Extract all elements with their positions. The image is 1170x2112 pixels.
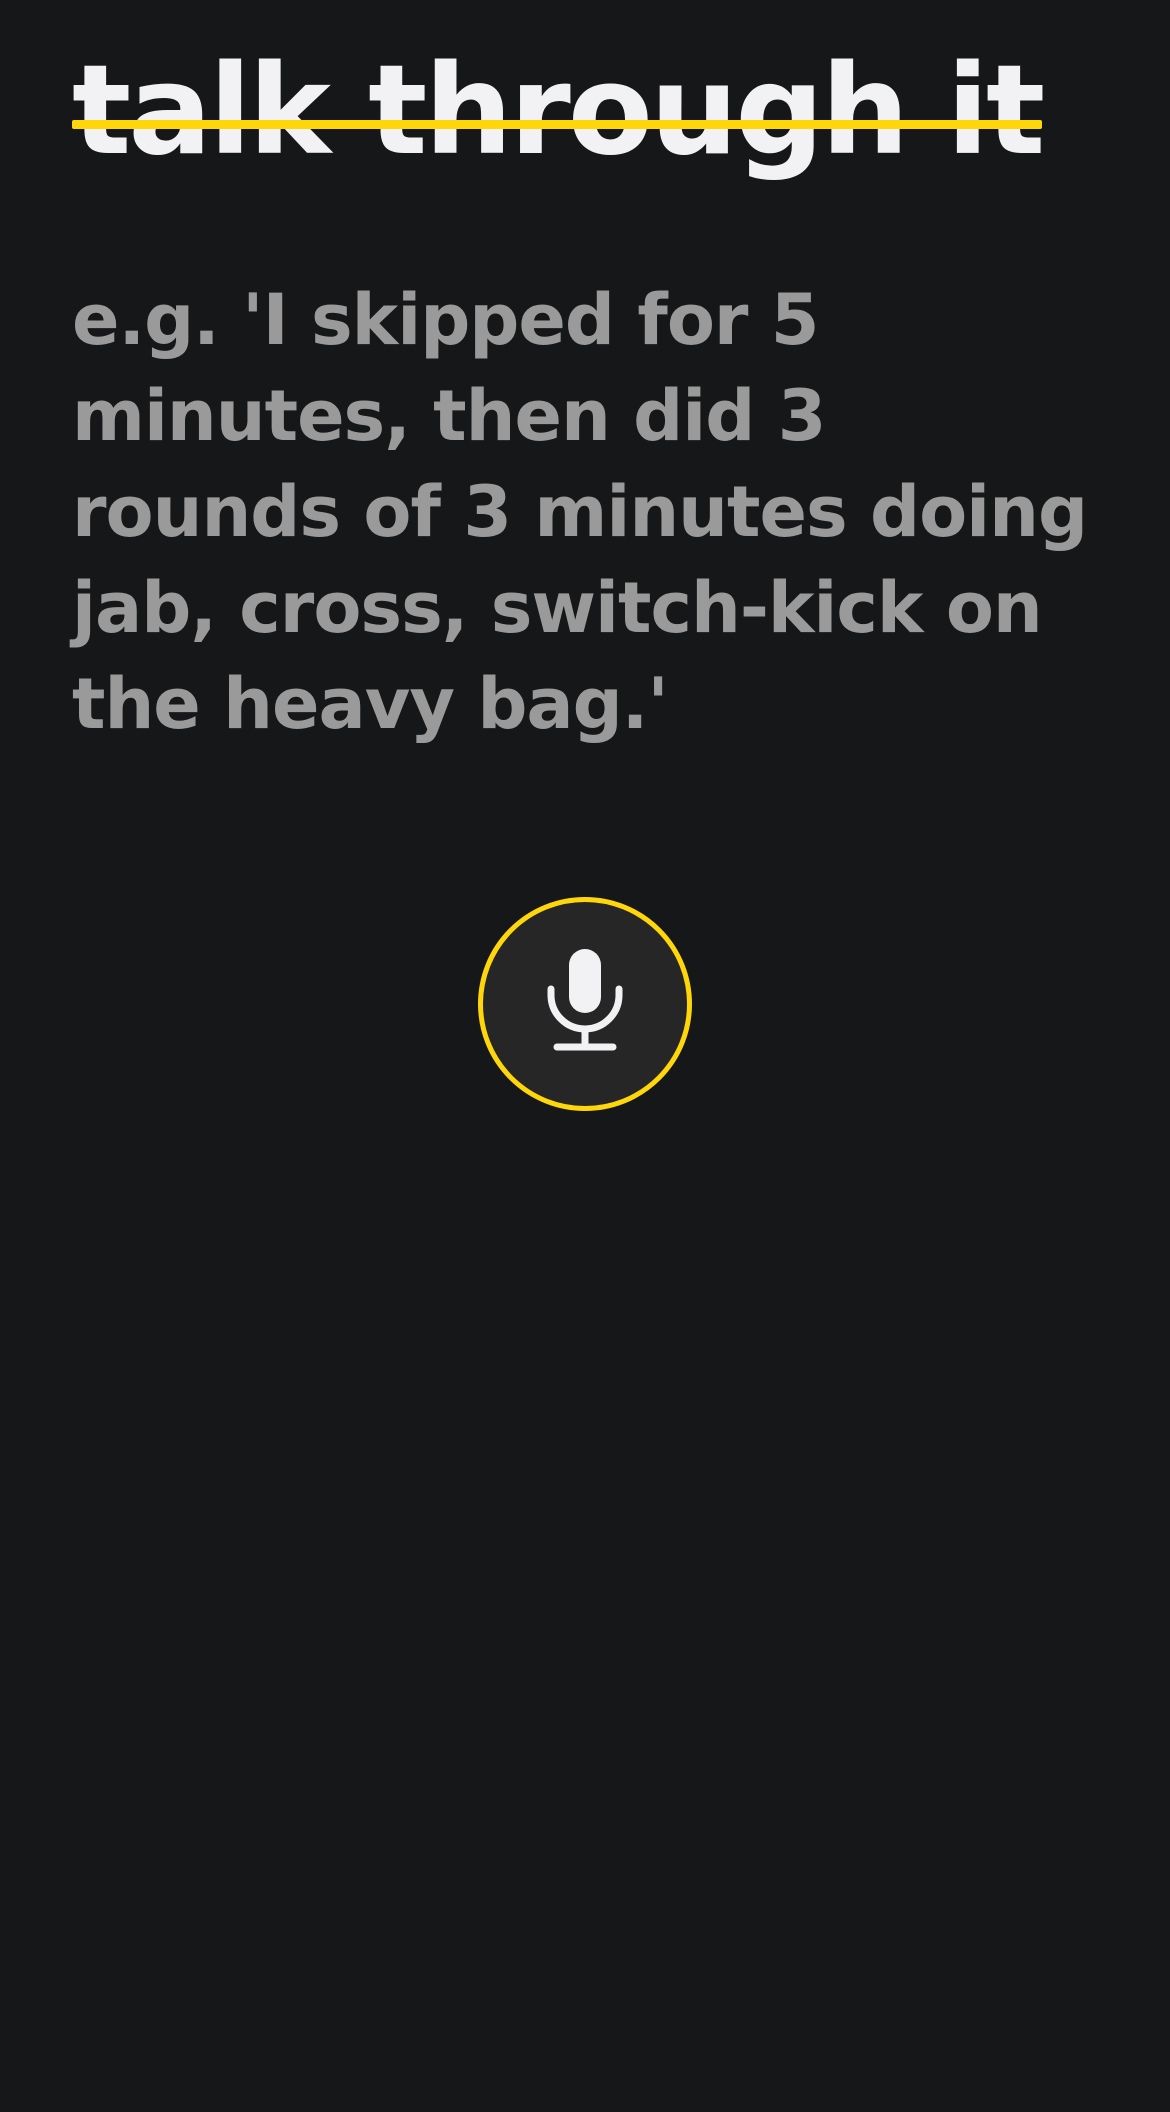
page-title: talk through it xyxy=(72,36,1045,186)
header: talk through it xyxy=(72,36,1098,186)
microphone-icon xyxy=(547,949,623,1051)
page-title-text: talk through it xyxy=(72,39,1045,183)
title-strikethrough-line xyxy=(72,120,1043,129)
record-voice-button[interactable] xyxy=(478,897,692,1111)
voice-log-screen: talk through it e.g. 'I skipped for 5 mi… xyxy=(0,0,1170,2112)
example-prompt-text: e.g. 'I skipped for 5 minutes, then did … xyxy=(72,279,1088,745)
